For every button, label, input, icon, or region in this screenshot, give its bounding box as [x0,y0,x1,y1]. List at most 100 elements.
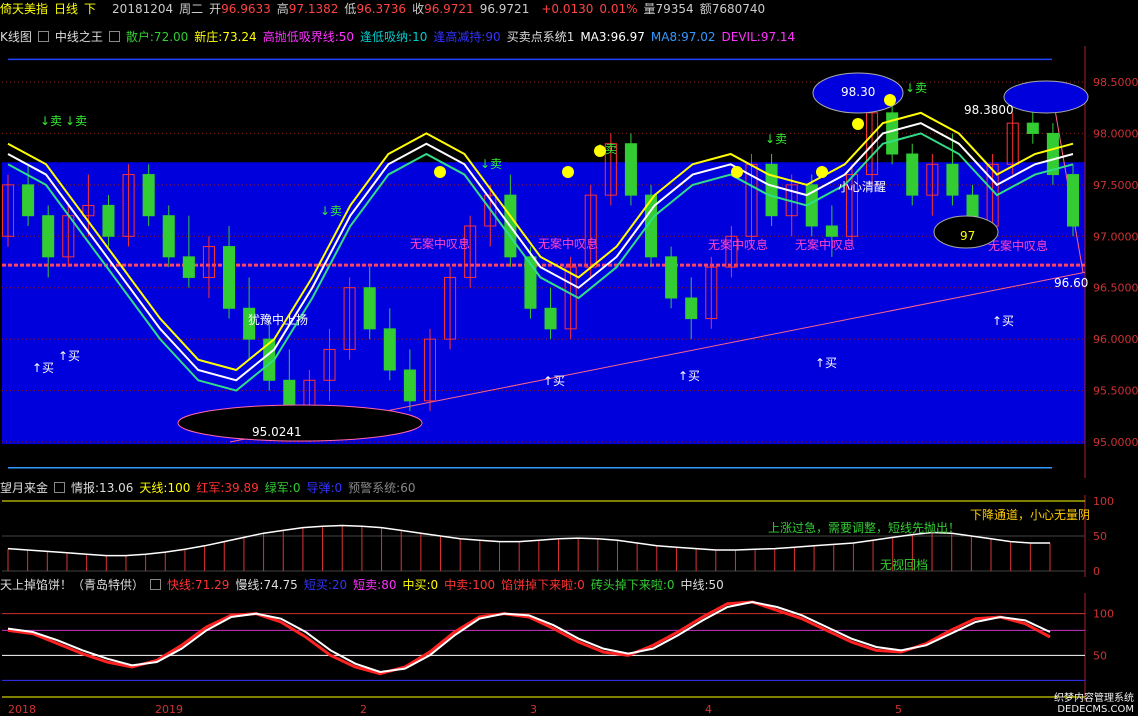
ind2-background [0,593,1138,701]
ind2-value-4: 中买:0 [402,578,439,592]
y-tick-label: 97.0000 [1093,230,1138,243]
candle [624,133,637,206]
close-label: 收 [412,2,425,16]
y-tick-label: 95.0000 [1093,436,1138,449]
sell-signal: ↓卖 [320,204,342,218]
candle-body [42,215,55,258]
period-label[interactable]: 日线 [54,2,78,16]
low-label: 97 [960,229,975,243]
ind1-value-3: 绿军:0 [264,481,301,495]
candle-body [544,307,557,330]
y-tick-label: 98.0000 [1093,127,1138,140]
buy-signal: ↑买 [32,361,54,375]
x-tick-label: 2 [360,703,367,716]
main-value-8: DEVIL:97.14 [721,30,796,44]
indicator1-values: 情报:13.06 天线:100 红军:39.89 绿军:0 导弹:0 预警系统:60 [71,481,421,495]
volume-value: 79354 [655,2,694,16]
change-pct: 0.01% [599,2,638,16]
ind2-value-1: 慢线:74.75 [235,578,298,592]
price-chart[interactable]: 95.0000 95.5000 96.0000 96.5000 97.0000 97.50… [0,46,1138,478]
candle-body [665,256,678,299]
smiley-icon [594,145,606,157]
buy-signal: ↑买 [58,349,80,363]
ind1-value-5: 预警系统:60 [348,481,416,495]
candle-body [946,163,959,196]
main-indicator-values: 散户:72.00 新庄:73.24 高抛低吸界线:50 逢低吸纳:10 逢高减持:90 买… [126,30,801,44]
checkbox-icon[interactable] [54,482,66,493]
x-tick-label: 2018 [8,703,36,716]
main-value-4: 逢高减持:90 [433,30,501,44]
indicator1-chart[interactable]: 0 50 100下降通道，小心无量阴上涨过急，需要调整，短线先抛出！ 无视回档 [0,495,1138,577]
checkbox-icon[interactable] [108,31,120,42]
sleep-annotation: 无案中叹息 [410,236,470,251]
sell-signal: ↓卖 [905,81,927,95]
bottom-label: 95.0241 [252,425,302,439]
watermark-line2: DEDECMS.COM [1057,704,1134,715]
ind2-value-2: 短买:20 [303,578,348,592]
high-label-2: 98.3800 [964,103,1014,117]
main-value-5: 买卖点系统1 [506,30,575,44]
amount-label: 额 [699,2,712,16]
low-label: 低 [344,2,357,16]
ind1-note: 下降通道，小心无量阴 [970,508,1090,522]
indicator-name[interactable]: 中线之王 [55,30,103,44]
indicator2-values: 快线:71.29 慢线:74.75 短买:20 短卖:80 中买:0 中卖:100 馅饼掉下… [167,578,730,592]
smiley-icon [816,166,828,178]
smiley-icon [562,166,574,178]
ind1-tick: 50 [1093,530,1107,543]
ind2-tick: 100 [1093,608,1114,621]
ind2-value-3: 短卖:80 [353,578,397,592]
indicator2-chart[interactable]: 50 100 [0,593,1138,701]
sell-signal: ↓卖 [40,114,62,128]
ind1-note: 无视回档 [880,557,928,572]
watermark-line1: 织梦内容管理系统 [1054,693,1134,704]
main-value-6: MA3:96.97 [580,30,645,44]
time-axis: 2018 2019 2 3 4 5 [0,703,1138,716]
sell-signal: ↓卖 [65,114,87,128]
sell-signal: ↓卖 [765,132,787,146]
smiley-icon [434,166,446,178]
indicator2-header: 天上掉馅饼！（青岛特供） 快线:71.29 慢线:74.75 短买:20 短卖:80 中买… [0,577,736,593]
indicator2-name[interactable]: 天上掉馅饼！（青岛特供） [0,578,144,592]
volume-label: 量 [643,2,656,16]
y-tick-label: 98.5000 [1093,76,1138,89]
smiley-face [731,166,743,178]
main-value-2: 高抛低吸界线:50 [262,30,355,44]
candle-body [765,163,778,217]
ind1-value-1: 天线:100 [139,481,191,495]
y-tick-label: 96.0000 [1093,333,1138,346]
x-tick-label: 5 [895,703,902,716]
weekday-label: 周二 [179,2,204,16]
main-indicator-header: K线图 中线之王 散户:72.00 新庄:73.24 高抛低吸界线:50 逢低吸纳:10 逢… [0,29,807,45]
low-value: 96.3736 [356,2,407,16]
high-label: 高 [276,2,289,16]
change-value: +0.0130 [541,2,594,16]
candle-body [142,174,155,217]
buy-signal: ↑买 [678,369,700,383]
main-value-1: 新庄:73.24 [194,30,257,44]
candle-body [906,153,919,196]
smiley-face [562,166,574,178]
candle-body [1066,174,1080,227]
candle-body [102,204,115,237]
checkbox-icon[interactable] [37,31,49,42]
smiley-face [434,166,446,178]
candle [765,154,778,226]
main-value-7: MA8:97.02 [650,30,716,44]
sleep-annotation: 无案中叹息 [988,238,1048,253]
kline-tab[interactable]: K线图 [0,30,32,44]
candle-body [223,246,236,309]
candle-body [825,225,838,237]
indicator1-header: 望月来金 情报:13.06 天线:100 红军:39.89 绿军:0 导弹:0 预警系统:6… [0,480,427,496]
ind1-tick: 100 [1093,495,1114,508]
x-tick-label: 2019 [155,703,183,716]
checkbox-icon[interactable] [150,579,162,590]
watermark: 织梦内容管理系统 DEDECMS.COM [1054,693,1134,715]
high-label: 98.30 [841,85,875,99]
instrument-name[interactable]: 倚天美指 [0,2,48,16]
indicator1-name[interactable]: 望月来金 [0,481,48,495]
candle [1066,164,1080,237]
close-value: 96.9721 [424,2,474,16]
smiley-face [852,118,864,130]
x-tick-label: 4 [705,703,712,716]
